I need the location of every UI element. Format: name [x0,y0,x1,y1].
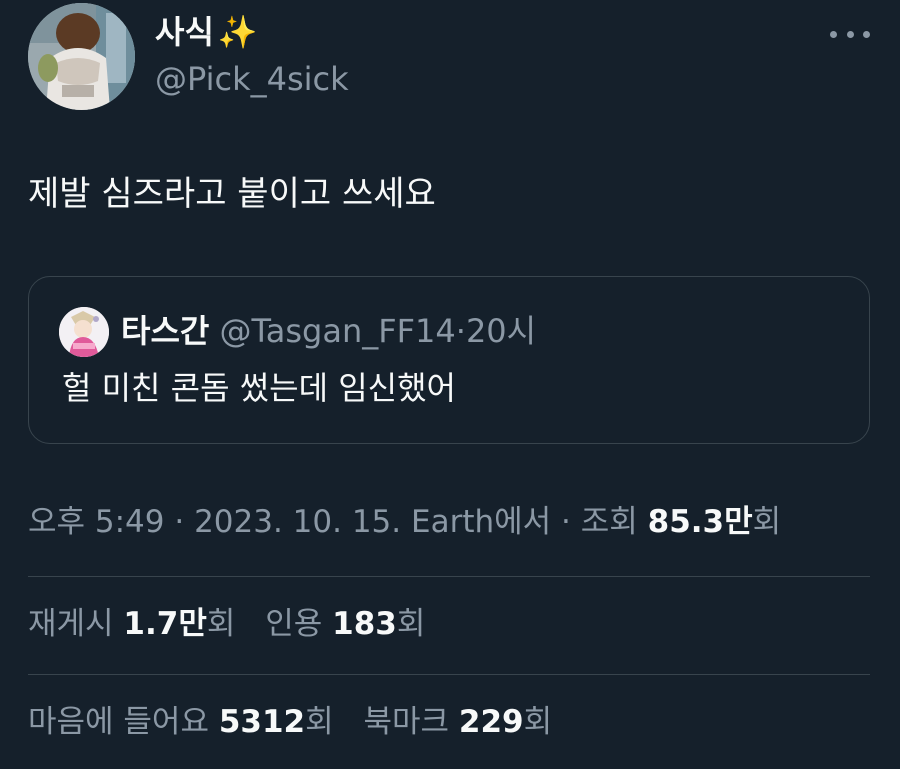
quotes-stat[interactable]: 인용 183회 [265,606,425,642]
tweet-text: 제발 심즈라고 붙이고 쓰세요 [28,174,436,214]
stats-row-reposts: 재게시 1.7만회 인용 183회 [28,602,445,646]
quotes-label: 인용 [265,606,333,642]
quoted-separator: · [455,312,466,350]
quotes-count: 183 [332,606,397,642]
tweet-source: Earth에서 [401,504,552,540]
more-options-icon[interactable] [830,20,870,48]
views-suffix: 회 [752,504,782,540]
meta-separator: · [164,504,195,540]
sparkles-icon: ✨ [217,13,258,51]
quoted-author-avatar[interactable] [59,307,109,357]
tweet-detail: 사식 ✨ @Pick_4sick 제발 심즈라고 붙이고 쓰세요 타스간 @Tas… [0,0,900,769]
bookmarks-label: 북마크 [363,704,459,740]
quoted-avatar-image [59,307,109,357]
meta-separator: · [551,504,581,540]
more-dot [863,30,870,38]
reposts-count: 1.7만 [123,606,207,642]
divider [28,576,870,577]
stats-row-likes: 마음에 들어요 5312회 북마크 229회 [28,700,572,744]
quoted-handle[interactable]: @Tasgan_FF14 [220,312,456,350]
reposts-label: 재게시 [28,606,124,642]
quotes-suffix: 회 [396,606,426,642]
quoted-time[interactable]: 20시 [466,312,536,350]
bookmarks-count: 229 [458,704,524,740]
quoted-text: 헐 미친 콘돔 썼는데 임신했어 [62,369,456,407]
author-name-text: 사식 [155,13,214,51]
more-dot [830,30,837,38]
tweet-time[interactable]: 오후 5:49 [28,504,165,540]
tweet-meta: 오후 5:49 · 2023. 10. 15. Earth에서 · 조회 85.… [28,500,781,544]
likes-stat[interactable]: 마음에 들어요 5312회 [28,704,334,740]
views-label: 조회 [580,504,648,540]
reposts-stat[interactable]: 재게시 1.7만회 [28,606,235,642]
reposts-suffix: 회 [206,606,236,642]
avatar-image [28,3,135,110]
likes-count: 5312 [218,704,306,740]
quoted-header: 타스간 @Tasgan_FF14·20시 [121,309,536,353]
author-display-name[interactable]: 사식 ✨ [155,10,258,54]
bookmarks-stat[interactable]: 북마크 229회 [364,704,553,740]
quoted-tweet[interactable]: 타스간 @Tasgan_FF14·20시 헐 미친 콘돔 썼는데 임신했어 [28,276,870,444]
likes-label: 마음에 들어요 [28,704,219,740]
author-avatar[interactable] [28,3,135,110]
author-handle[interactable]: @Pick_4sick [155,58,349,100]
more-dot [846,30,854,38]
tweet-date[interactable]: 2023. 10. 15. [194,504,401,540]
divider [28,674,870,675]
likes-suffix: 회 [305,704,334,740]
bookmarks-suffix: 회 [523,704,553,740]
views-count[interactable]: 85.3만 [648,504,753,540]
quoted-display-name[interactable]: 타스간 [121,312,209,350]
